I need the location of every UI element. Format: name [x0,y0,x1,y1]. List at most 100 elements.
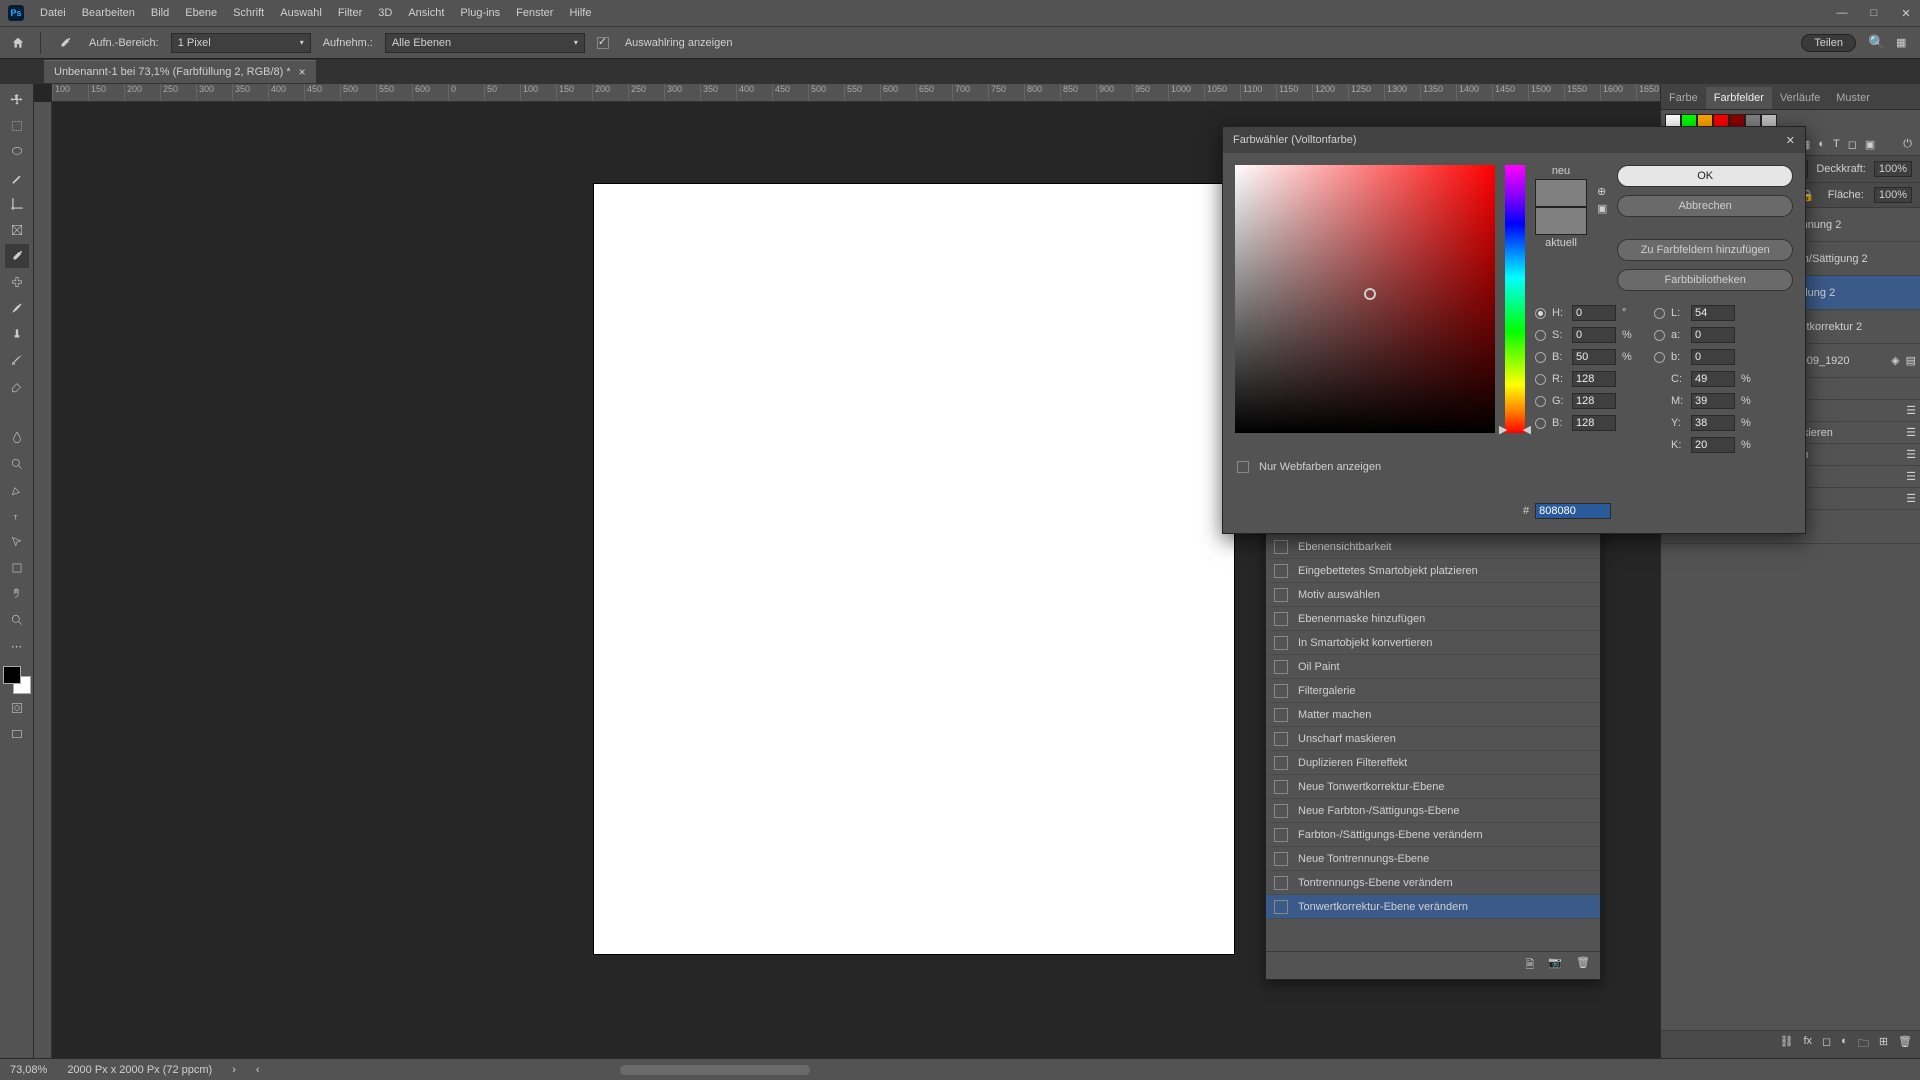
menu-3d[interactable]: 3D [378,7,392,19]
menu-plugins[interactable]: Plug-ins [460,7,500,19]
menu-auswahl[interactable]: Auswahl [280,7,322,19]
blur-tool[interactable] [5,426,29,450]
wand-tool[interactable] [5,166,29,190]
filter-smart-icon[interactable]: ▣ [1865,138,1875,151]
home-icon[interactable] [8,33,28,53]
hue-slider[interactable]: ▶◀ [1505,165,1525,433]
path-select-tool[interactable] [5,530,29,554]
history-item[interactable]: Farbton-/Sättigungs-Ebene verändern [1266,823,1600,847]
history-item[interactable]: In Smartobjekt konvertieren [1266,631,1600,655]
hand-tool[interactable] [5,582,29,606]
input-l[interactable] [1691,305,1735,321]
history-item[interactable]: Motiv auswählen [1266,583,1600,607]
tab-muster[interactable]: Muster [1828,87,1878,109]
lasso-tool[interactable] [5,140,29,164]
filter-options-icon[interactable]: ☰ [1906,492,1916,505]
filter-icon[interactable]: ▤ [1906,354,1916,367]
webonly-checkbox[interactable] [1237,461,1249,473]
create-document-icon[interactable]: 🗎 [1525,956,1534,975]
shape-tool[interactable] [5,556,29,580]
snapshot-icon[interactable]: 📷 [1548,956,1562,975]
menu-hilfe[interactable]: Hilfe [569,7,591,19]
tab-verlaufe[interactable]: Verläufe [1772,87,1828,109]
add-to-library-icon[interactable]: ⊕ [1597,185,1607,198]
radio-bc[interactable] [1535,418,1546,429]
screenmode-toggle[interactable] [5,722,29,746]
maximize-icon[interactable]: □ [1868,7,1880,20]
share-button[interactable]: Teilen [1801,34,1856,52]
history-item[interactable]: Neue Tontrennungs-Ebene [1266,847,1600,871]
sample-size-select[interactable]: 1 Pixel▾ [171,33,311,53]
filter-adjust-icon[interactable]: ◐ [1818,138,1825,151]
hex-input[interactable] [1535,503,1611,519]
layer-style-icon[interactable]: fx [1803,1035,1812,1054]
filter-type-icon[interactable]: T [1833,138,1840,151]
radio-b2[interactable] [1654,352,1665,363]
history-item[interactable]: Ebenenmaske hinzufügen [1266,607,1600,631]
delete-layer-icon[interactable]: 🗑 [1898,1035,1912,1054]
stamp-tool[interactable] [5,322,29,346]
radio-g[interactable] [1535,396,1546,407]
history-item[interactable]: Neue Tonwertkorrektur-Ebene [1266,775,1600,799]
history-item[interactable]: Matter machen [1266,703,1600,727]
new-layer-icon[interactable]: ⊞ [1879,1035,1888,1054]
opacity-value[interactable]: 100% [1874,161,1912,177]
delete-state-icon[interactable]: 🗑 [1576,956,1590,975]
doc-info-chevron-icon[interactable]: › [232,1064,236,1076]
radio-r[interactable] [1535,374,1546,385]
move-tool[interactable] [5,88,29,112]
close-icon[interactable]: ✕ [1900,7,1912,20]
pen-tool[interactable] [5,478,29,502]
workspace-icon[interactable]: ▦ [1896,36,1912,49]
menu-fenster[interactable]: Fenster [516,7,553,19]
history-item[interactable]: Oil Paint [1266,655,1600,679]
color-field[interactable] [1235,165,1495,433]
history-item[interactable]: Unscharf maskieren [1266,727,1600,751]
input-bc[interactable] [1572,415,1616,431]
filter-shape-icon[interactable]: ◻ [1848,138,1857,151]
history-item[interactable]: Neue Farbton-/Sättigungs-Ebene [1266,799,1600,823]
input-m[interactable] [1691,393,1735,409]
layer-mask-icon[interactable]: ◻ [1822,1035,1831,1054]
link-layers-icon[interactable]: ⛓ [1779,1035,1793,1054]
menu-filter[interactable]: Filter [338,7,362,19]
zoom-tool[interactable] [5,608,29,632]
add-swatch-button[interactable]: Zu Farbfeldern hinzufügen [1617,239,1793,261]
color-picker-close-icon[interactable]: ✕ [1786,134,1795,147]
ok-button[interactable]: OK [1617,165,1793,187]
radio-s[interactable] [1535,330,1546,341]
document-tab-close-icon[interactable]: × [299,65,306,79]
document-tab[interactable]: Unbenannt-1 bei 73,1% (Farbfüllung 2, RG… [44,60,316,83]
menu-bearbeiten[interactable]: Bearbeiten [82,7,135,19]
gradient-tool[interactable] [5,400,29,424]
marquee-tool[interactable] [5,114,29,138]
radio-b[interactable] [1535,352,1546,363]
filter-options-icon[interactable]: ☰ [1906,448,1916,461]
group-icon[interactable]: 🗀 [1858,1035,1869,1054]
dodge-tool[interactable] [5,452,29,476]
input-b2[interactable] [1691,349,1735,365]
filter-options-icon[interactable]: ☰ [1906,404,1916,417]
input-a[interactable] [1691,327,1735,343]
current-color-swatch[interactable] [1535,207,1587,235]
input-k[interactable] [1691,437,1735,453]
eraser-tool[interactable] [5,374,29,398]
menu-ebene[interactable]: Ebene [185,7,217,19]
input-h[interactable] [1572,305,1616,321]
input-s[interactable] [1572,327,1616,343]
filter-options-icon[interactable]: ☰ [1906,470,1916,483]
brush-tool[interactable] [5,296,29,320]
edit-toolbar[interactable]: ⋯ [5,634,29,658]
history-item[interactable]: Ebenensichtbarkeit [1266,535,1600,559]
history-list[interactable]: Ebenen gruppierenEbenensichtbarkeitEinge… [1266,511,1600,951]
frame-tool[interactable] [5,218,29,242]
color-libraries-button[interactable]: Farbbibliotheken [1617,269,1793,291]
sample-from-select[interactable]: Alle Ebenen▾ [385,33,585,53]
eyedropper-tool[interactable] [5,244,29,268]
history-item[interactable]: Duplizieren Filtereffekt [1266,751,1600,775]
tab-farbe[interactable]: Farbe [1661,87,1706,109]
cube-icon[interactable]: ▣ [1597,202,1607,215]
foreground-background-colors[interactable] [3,666,31,694]
radio-a[interactable] [1654,330,1665,341]
zoom-level[interactable]: 73,08% [10,1064,47,1076]
